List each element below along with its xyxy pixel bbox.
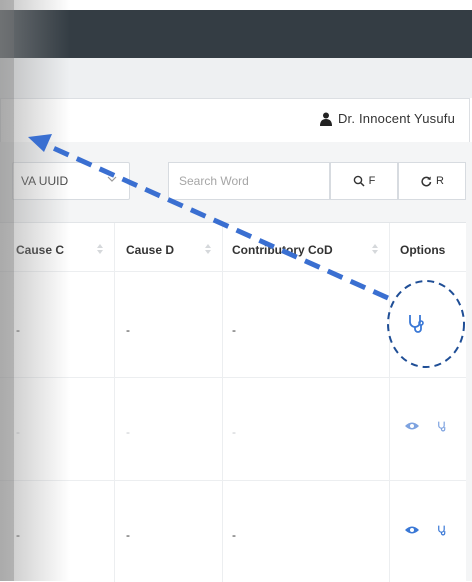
column-header-label: Options (400, 243, 446, 257)
cell-cause-d: - (126, 528, 130, 542)
row-divider (0, 271, 466, 272)
eye-icon (405, 526, 419, 534)
eye-icon (405, 422, 419, 430)
user-icon (319, 112, 332, 126)
search-icon (353, 175, 365, 187)
cell-cause-d: - (126, 323, 130, 337)
stethoscope-icon (438, 421, 446, 432)
view-button[interactable] (404, 419, 420, 433)
sub-header (0, 58, 472, 98)
search-input[interactable] (168, 162, 330, 200)
cell-cause-c: - (16, 528, 20, 542)
filter-button[interactable]: F (330, 162, 398, 200)
cell-contributory-cod: - (232, 528, 236, 542)
select-value: VA UUID (21, 174, 69, 188)
assign-cod-button[interactable] (404, 311, 428, 335)
cell-contributory-cod: - (232, 323, 236, 337)
user-menu[interactable]: Dr. Innocent Yusufu (319, 111, 455, 126)
column-header-options: Options (400, 223, 460, 277)
records-table: Cause C Cause D Contributory CoD Options… (0, 222, 466, 582)
column-divider (114, 223, 115, 582)
user-name: Dr. Innocent Yusufu (337, 111, 455, 126)
sort-icon (205, 244, 211, 254)
sort-icon (97, 244, 103, 254)
cell-cause-c: - (16, 323, 20, 337)
sort-icon (372, 244, 378, 254)
stethoscope-icon (409, 315, 424, 333)
cell-contributory-cod: - (232, 425, 236, 439)
column-divider (389, 223, 390, 582)
user-bar: Dr. Innocent Yusufu (0, 98, 470, 144)
cell-cause-d: - (126, 425, 130, 439)
column-header-contributory-cod[interactable]: Contributory CoD (232, 223, 382, 277)
row-divider (0, 480, 466, 481)
assign-cod-button[interactable] (435, 523, 449, 537)
column-header-label: Cause C (16, 243, 65, 257)
refresh-icon (421, 176, 432, 187)
stethoscope-icon (438, 525, 446, 536)
reset-button[interactable]: R (398, 162, 466, 200)
top-navbar (0, 10, 472, 58)
view-button[interactable] (404, 523, 420, 537)
column-header-cause-d[interactable]: Cause D (126, 223, 216, 277)
reset-label: R (436, 175, 444, 187)
row-divider (0, 377, 466, 378)
search-field-select[interactable]: VA UUID (12, 162, 130, 200)
filter-label: F (368, 175, 376, 187)
cell-cause-c: - (16, 425, 20, 439)
chevron-down-icon (107, 176, 117, 182)
column-divider (222, 223, 223, 582)
assign-cod-button[interactable] (435, 419, 449, 433)
column-header-label: Contributory CoD (232, 243, 333, 257)
column-header-label: Cause D (126, 243, 175, 257)
